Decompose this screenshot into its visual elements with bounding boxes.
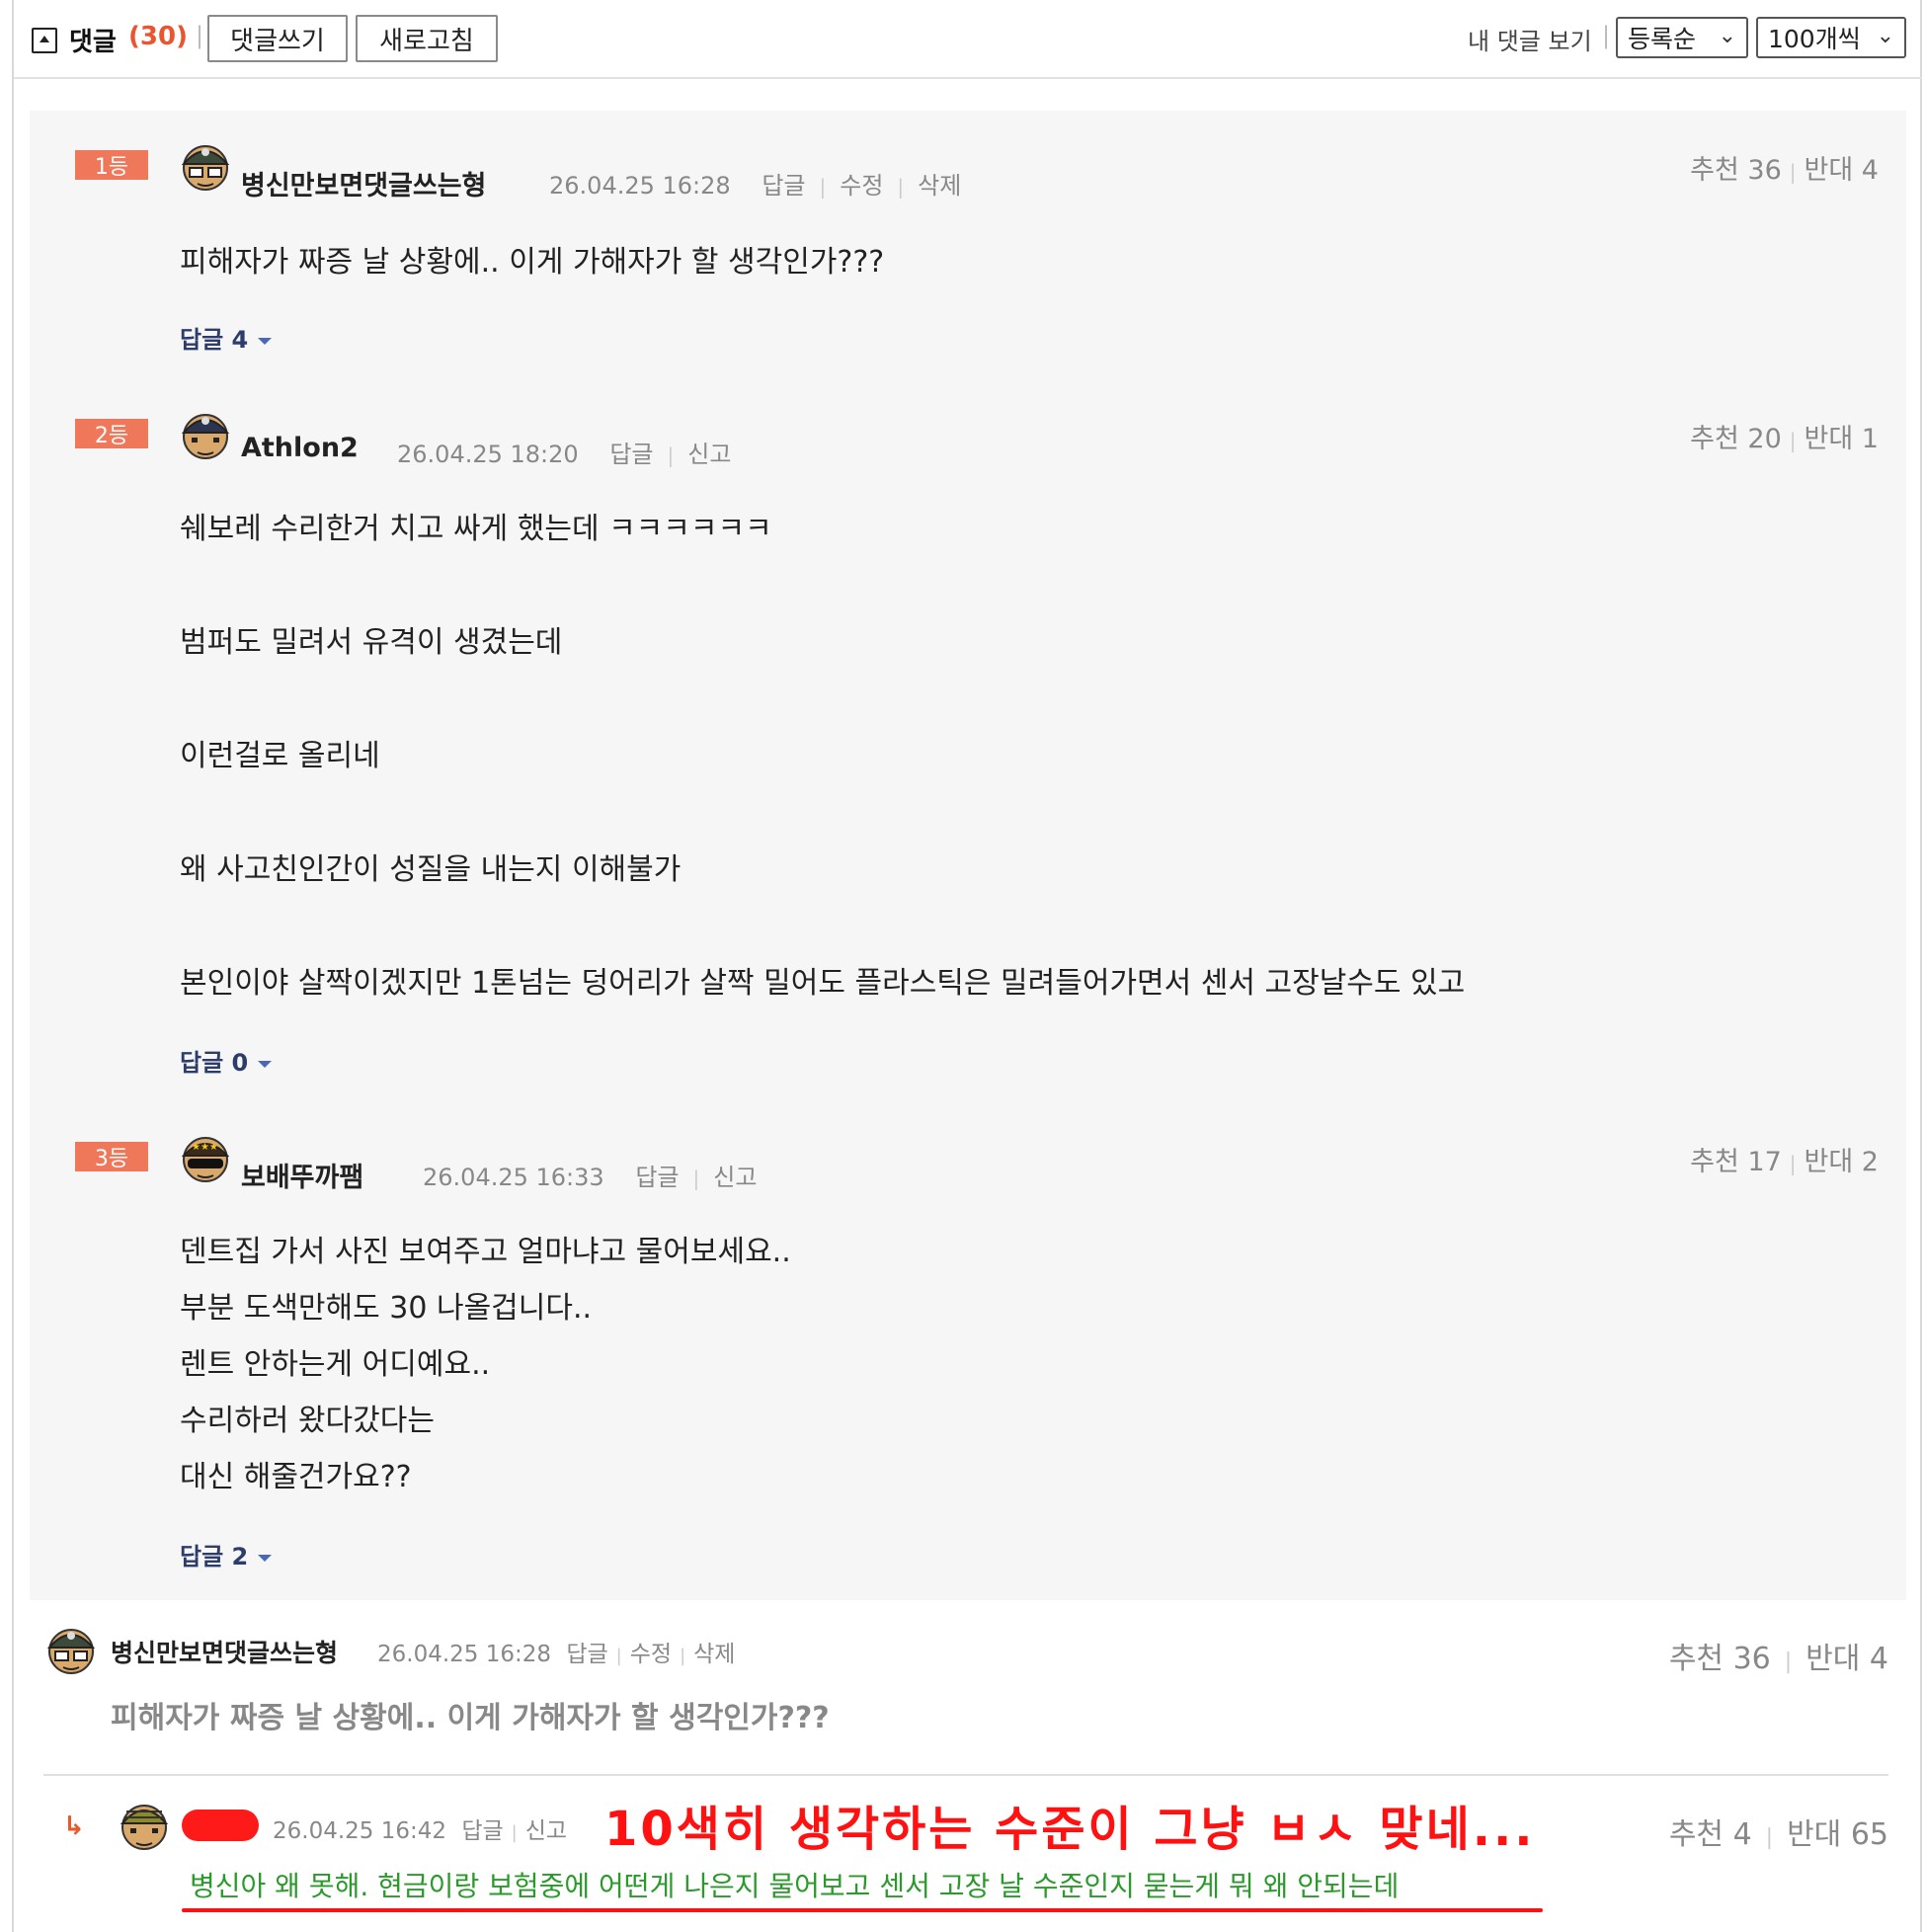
downvote-button[interactable]: 반대 1 (1805, 424, 1879, 454)
divider: | (1602, 22, 1611, 49)
comment-meta: 26.04.25 16:42 답글 | 신고 (273, 1818, 568, 1844)
comment-body: 피해자가 짜증 날 상황에.. 이게 가해자가 할 생각인가??? (180, 245, 885, 280)
comment-body: 피해자가 짜증 날 상황에.. 이게 가해자가 할 생각인가??? (111, 1701, 830, 1735)
delete-action[interactable]: 삭제 (693, 1642, 735, 1667)
comment-body-line: 이런걸로 올리네 (180, 739, 380, 773)
page-size-select[interactable]: 100개씩 ⌄ (1756, 17, 1906, 58)
comment-divider (43, 1774, 1888, 1776)
avatar-icon[interactable] (178, 138, 233, 194)
upvote-button[interactable]: 추천 36 (1669, 1642, 1771, 1676)
red-annotation: 10색히 생각하는 수준이 그냥 ㅂㅅ 맞네... (604, 1802, 1536, 1857)
vote-counts: 추천 17 | 반대 2 (1690, 1147, 1879, 1177)
comment-body-line: 덴트집 가서 사진 보여주고 얼마냐고 물어보세요.. (180, 1235, 791, 1269)
collapse-toggle-icon[interactable] (32, 28, 57, 53)
upvote-button[interactable]: 추천 20 (1690, 424, 1782, 454)
comment-body-line: 대신 해줄건가요?? (180, 1460, 412, 1494)
comment-body: 병신아 왜 못해. 현금이랑 보험중에 어떤게 나은지 물어보고 센서 고장 날… (190, 1870, 1400, 1902)
reply-count: 답글 2 (180, 1543, 249, 1570)
comment-header-bar: 댓글 (30) | 댓글쓰기 새로고침 내 댓글 보기 | 등록순 ⌄ 100개… (14, 0, 1922, 79)
comment-title: 댓글 (69, 28, 117, 57)
avatar-icon[interactable] (117, 1798, 172, 1853)
report-action[interactable]: 신고 (525, 1818, 567, 1844)
avatar-icon[interactable]: ★★★ (178, 1130, 233, 1185)
triangle-down-icon (258, 337, 273, 345)
divider: | (196, 22, 204, 49)
edit-action[interactable]: 수정 (630, 1642, 672, 1667)
comment-body-line: 범퍼도 밀려서 유격이 생겼는데 (180, 625, 563, 660)
comment-body-line: 본인이야 살짝이겠지만 1톤넘는 덩어리가 살짝 밀어도 플라스틱은 밀려들어가… (180, 966, 1466, 1001)
comment-date: 26.04.25 16:42 (273, 1818, 447, 1844)
comment-author[interactable]: Athlon2 (241, 433, 359, 463)
comment-body-line: 렌트 안하는게 어디예요.. (180, 1347, 491, 1382)
comment-body-line: 수리하러 왔다갔다는 (180, 1404, 435, 1438)
comment-author[interactable]: 병신만보면댓글쓰는형 (111, 1634, 338, 1669)
downvote-button[interactable]: 반대 4 (1806, 1642, 1888, 1676)
comment-date: 26.04.25 16:28 (549, 172, 731, 200)
redacted-author (182, 1810, 259, 1841)
comment-date: 26.04.25 16:33 (423, 1164, 604, 1191)
upvote-button[interactable]: 추천 17 (1690, 1147, 1782, 1177)
write-comment-button[interactable]: 댓글쓰기 (207, 15, 348, 62)
rank-badge: 2등 (75, 419, 148, 448)
comment-date: 26.04.25 18:20 (397, 441, 579, 468)
reply-count: 답글 0 (180, 1049, 249, 1077)
comment-date: 26.04.25 16:28 (377, 1642, 552, 1667)
report-action[interactable]: 신고 (713, 1164, 757, 1191)
chevron-down-icon: ⌄ (1876, 24, 1894, 48)
triangle-down-icon (258, 1060, 273, 1068)
red-underline-annotation (182, 1908, 1543, 1912)
sort-select-value: 등록순 (1628, 25, 1697, 53)
reply-action[interactable]: 답글 (461, 1818, 503, 1844)
downvote-button[interactable]: 반대 4 (1805, 155, 1879, 186)
avatar-icon[interactable] (43, 1622, 99, 1677)
report-action[interactable]: 신고 (687, 441, 731, 468)
comment-meta: 26.04.25 18:20 답글 | 신고 (397, 441, 732, 468)
page-size-select-value: 100개씩 (1768, 25, 1861, 53)
upvote-button[interactable]: 추천 4 (1669, 1817, 1752, 1852)
reply-action[interactable]: 답글 (566, 1642, 607, 1667)
reply-count: 답글 4 (180, 326, 249, 354)
upvote-button[interactable]: 추천 36 (1690, 155, 1782, 186)
avatar-icon[interactable] (178, 407, 233, 462)
svg-text:★★★: ★★★ (192, 1142, 218, 1153)
comment-body-line: 부분 도색만해도 30 나올겁니다.. (180, 1291, 593, 1326)
comment-body-line: 왜 사고친인간이 성질을 내는지 이해불가 (180, 852, 682, 887)
vote-counts: 추천 20 | 반대 1 (1690, 424, 1879, 454)
reply-arrow-icon: ↳ (63, 1811, 85, 1841)
comment-meta: 26.04.25 16:28 답글 | 수정 | 삭제 (549, 172, 962, 200)
triangle-down-icon (258, 1554, 273, 1562)
reply-toggle[interactable]: 답글 2 (180, 1537, 273, 1571)
vote-counts: 추천 36 | 반대 4 (1668, 1642, 1888, 1676)
comment-author[interactable]: 보배뚜까팸 (241, 1156, 363, 1194)
comment-count: (30) (128, 22, 188, 51)
edit-action[interactable]: 수정 (840, 172, 883, 200)
rank-badge: 3등 (75, 1142, 148, 1171)
downvote-button[interactable]: 반대 2 (1805, 1147, 1879, 1177)
rank-badge: 1등 (75, 150, 148, 180)
chevron-down-icon: ⌄ (1718, 24, 1736, 48)
downvote-button[interactable]: 반대 65 (1787, 1817, 1888, 1852)
reply-action[interactable]: 답글 (762, 172, 805, 200)
comment-meta: 26.04.25 16:28 답글 | 수정 | 삭제 (377, 1642, 736, 1667)
comment-body-line: 쉐보레 수리한거 치고 싸게 했는데 ㅋㅋㅋㅋㅋㅋ (180, 512, 772, 546)
refresh-button[interactable]: 새로고침 (356, 15, 498, 62)
reply-action[interactable]: 답글 (635, 1164, 679, 1191)
comment-meta: 26.04.25 16:33 답글 | 신고 (423, 1164, 758, 1191)
reply-toggle[interactable]: 답글 0 (180, 1043, 273, 1078)
comment-author[interactable]: 병신만보면댓글쓰는형 (241, 164, 486, 202)
vote-counts: 추천 36 | 반대 4 (1690, 155, 1879, 186)
sort-select[interactable]: 등록순 ⌄ (1616, 17, 1748, 58)
reply-action[interactable]: 답글 (609, 441, 653, 468)
delete-action[interactable]: 삭제 (918, 172, 961, 200)
my-comments-link[interactable]: 내 댓글 보기 (1468, 22, 1592, 56)
reply-toggle[interactable]: 답글 4 (180, 320, 273, 355)
vote-counts: 추천 4 | 반대 65 (1668, 1817, 1888, 1852)
